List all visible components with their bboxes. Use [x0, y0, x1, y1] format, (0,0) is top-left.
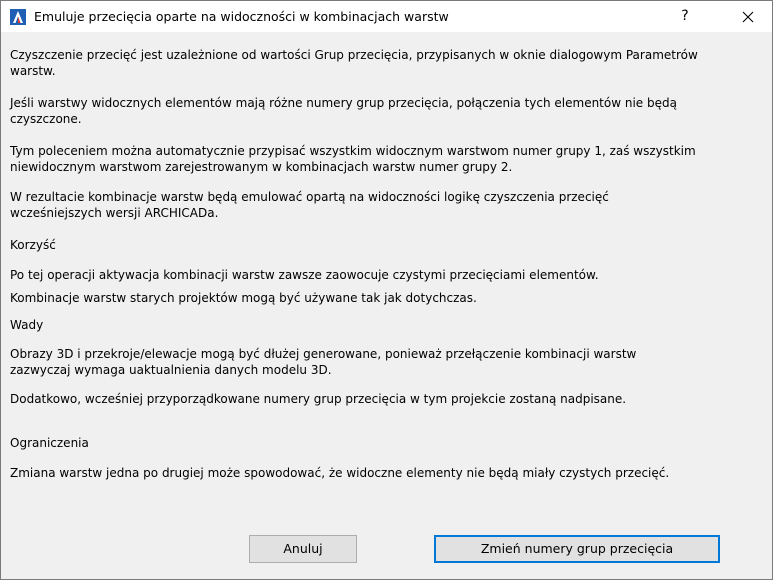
dialog-window: Emuluje przecięcia oparte na widoczności… — [0, 0, 773, 580]
info-paragraph-2: Jeśli warstwy widocznych elementów mają … — [10, 96, 677, 126]
drawback-paragraph-2: Dodatkowo, wcześniej przyporządkowane nu… — [10, 392, 627, 406]
close-button[interactable] — [725, 1, 771, 32]
cancel-button[interactable]: Anuluj — [249, 535, 357, 563]
window-title: Emuluje przecięcia oparte na widoczności… — [34, 9, 449, 24]
heading-benefit: Korzyść — [10, 238, 56, 252]
change-group-numbers-button[interactable]: Zmień numery grup przecięcia — [434, 535, 720, 563]
heading-limitations: Ograniczenia — [10, 436, 89, 450]
info-paragraph-3: Tym poleceniem można automatycznie przyp… — [10, 144, 696, 174]
info-paragraph-1: Czyszczenie przecięć jest uzależnione od… — [10, 48, 698, 78]
benefit-paragraph-2: Kombinacje warstw starych projektów mogą… — [10, 291, 477, 305]
close-icon — [742, 6, 754, 27]
info-paragraph-4: W rezultacie kombinacje warstw będą emul… — [10, 190, 609, 220]
limitation-paragraph: Zmiana warstw jedna po drugiej może spow… — [10, 466, 670, 480]
help-button[interactable]: ? — [665, 1, 705, 32]
archicad-app-icon — [10, 9, 26, 25]
benefit-paragraph-1: Po tej operacji aktywacja kombinacji war… — [10, 268, 599, 282]
title-bar: Emuluje przecięcia oparte na widoczności… — [1, 1, 772, 32]
drawback-paragraph-1: Obrazy 3D i przekroje/elewacje mogą być … — [10, 347, 637, 377]
heading-drawbacks: Wady — [10, 318, 44, 332]
